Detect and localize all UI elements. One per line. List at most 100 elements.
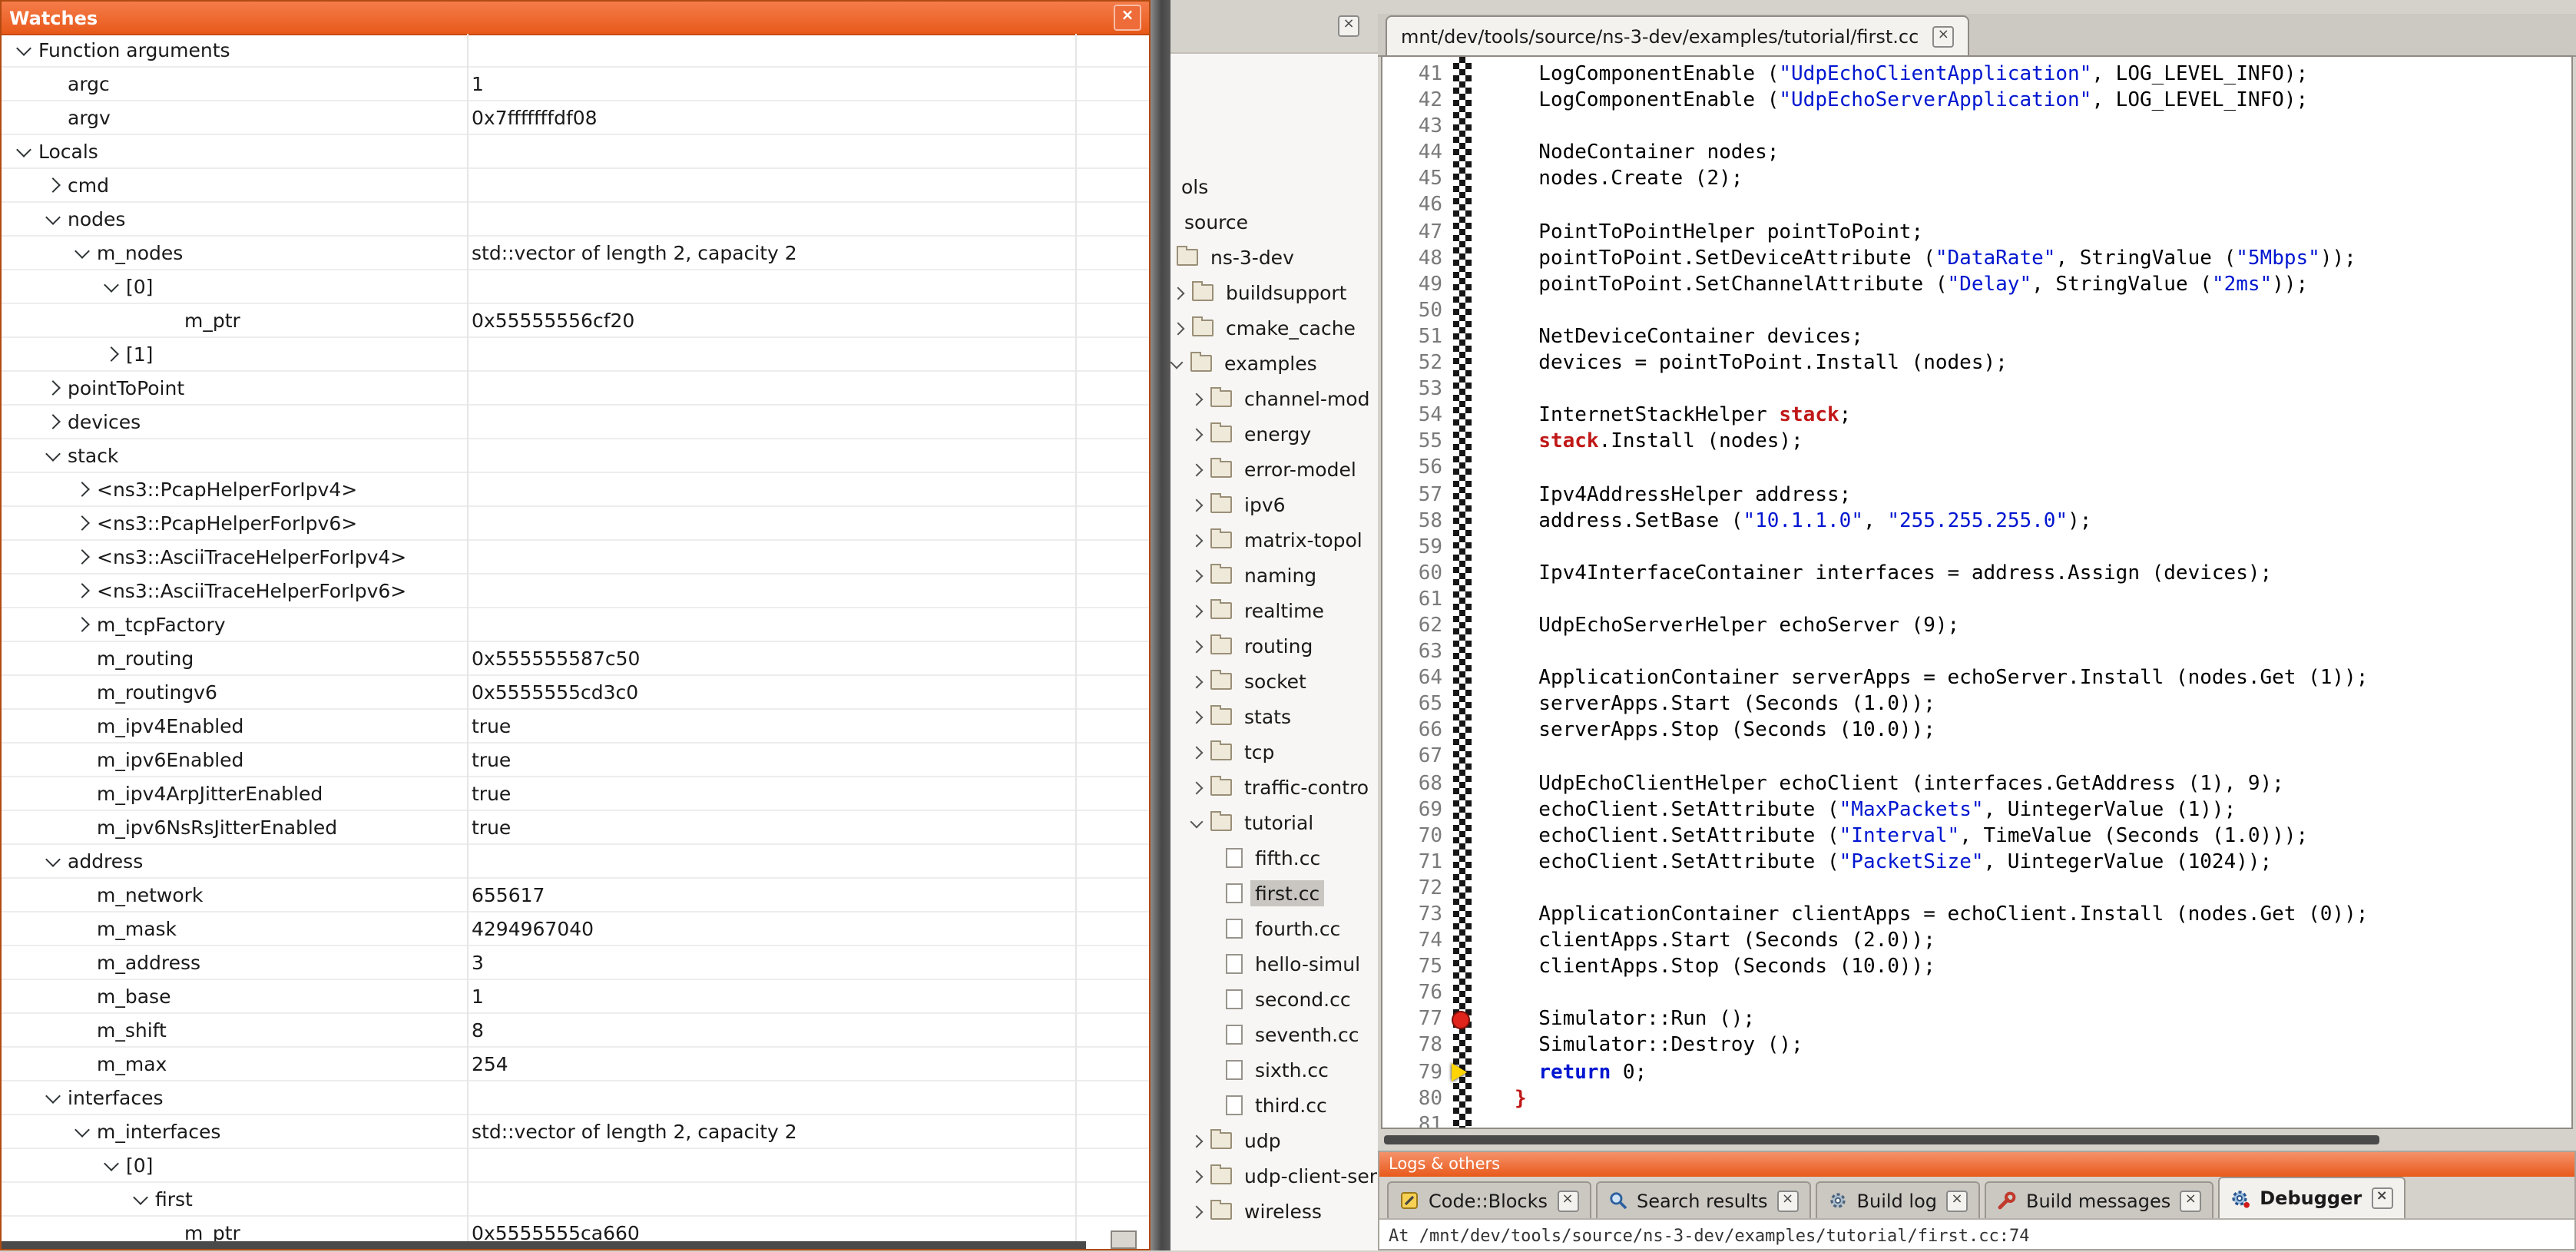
chevron-right-icon[interactable] <box>69 545 94 569</box>
tree-item[interactable]: udp <box>1170 1123 1378 1158</box>
chevron-right-icon[interactable] <box>1190 710 1204 724</box>
watch-row[interactable]: argv0x7fffffffdf08 <box>2 101 1149 135</box>
tree-item[interactable]: stats <box>1170 699 1378 734</box>
watch-row[interactable]: <ns3::PcapHelperForIpv4> <box>2 473 1149 507</box>
watch-row[interactable]: <ns3::AsciiTraceHelperForIpv4> <box>2 541 1149 575</box>
logs-header[interactable]: Logs & others <box>1379 1152 2574 1177</box>
watch-row[interactable]: address <box>2 845 1149 879</box>
watch-row[interactable]: interfaces <box>2 1081 1149 1115</box>
watch-row[interactable]: m_tcpFactory <box>2 608 1149 642</box>
chevron-down-icon[interactable] <box>98 274 123 299</box>
chevron-right-icon[interactable] <box>1190 640 1204 653</box>
chevron-right-icon[interactable] <box>1190 534 1204 547</box>
tree-item[interactable]: naming <box>1170 558 1378 593</box>
chevron-right-icon[interactable] <box>1190 498 1204 512</box>
tree-item[interactable]: source <box>1170 204 1378 240</box>
chevron-right-icon[interactable] <box>69 477 94 502</box>
logs-tab-build-log[interactable]: Build log× <box>1816 1181 1980 1218</box>
vertical-scrollbar[interactable] <box>1151 0 1170 1250</box>
watch-row[interactable]: argc1 <box>2 68 1149 101</box>
watches-titlebar[interactable]: Watches × <box>2 2 1149 35</box>
tree-item[interactable]: examples <box>1170 346 1378 381</box>
chevron-right-icon[interactable] <box>1190 781 1204 794</box>
tree-item[interactable]: seventh.cc <box>1170 1017 1378 1052</box>
tree-item[interactable]: realtime <box>1170 593 1378 628</box>
watch-row[interactable]: m_network655617 <box>2 879 1149 913</box>
watch-row[interactable]: m_ipv6NsRsJitterEnabledtrue <box>2 811 1149 845</box>
close-icon[interactable]: × <box>1946 1190 1968 1211</box>
watch-row[interactable]: Locals <box>2 135 1149 169</box>
tree-item[interactable]: sixth.cc <box>1170 1052 1378 1088</box>
close-icon[interactable]: × <box>1338 15 1359 37</box>
chevron-down-icon[interactable] <box>40 207 65 231</box>
tree-item[interactable]: wireless <box>1170 1194 1378 1229</box>
chevron-down-icon[interactable] <box>40 849 65 873</box>
chevron-right-icon[interactable] <box>1190 1170 1204 1183</box>
watch-row[interactable]: m_ptr0x55555556cf20 <box>2 304 1149 338</box>
chevron-right-icon[interactable] <box>1172 322 1185 335</box>
tree-item[interactable]: socket <box>1170 664 1378 699</box>
tree-item[interactable]: hello-simul <box>1170 946 1378 982</box>
chevron-right-icon[interactable] <box>1190 569 1204 582</box>
close-icon[interactable]: × <box>1557 1190 1578 1211</box>
close-icon[interactable]: × <box>2371 1187 2392 1209</box>
chevron-right-icon[interactable] <box>69 578 94 603</box>
chevron-right-icon[interactable] <box>1190 746 1204 759</box>
breakpoint-margin[interactable] <box>1453 57 1472 1128</box>
watch-row[interactable]: [0] <box>2 1149 1149 1183</box>
watch-row[interactable]: [0] <box>2 270 1149 304</box>
tree-item[interactable]: udp-client-ser <box>1170 1158 1378 1194</box>
watch-row[interactable]: m_address3 <box>2 946 1149 980</box>
chevron-down-icon[interactable] <box>40 1085 65 1110</box>
tree-item[interactable]: tutorial <box>1170 805 1378 840</box>
close-icon[interactable]: × <box>2180 1190 2201 1211</box>
logs-tab-search-results[interactable]: Search results× <box>1595 1181 1811 1218</box>
chevron-right-icon[interactable] <box>1190 392 1204 406</box>
watch-row[interactable]: m_interfacesstd::vector of length 2, cap… <box>2 1115 1149 1149</box>
close-icon[interactable]: × <box>1114 5 1141 31</box>
chevron-right-icon[interactable] <box>69 511 94 535</box>
watch-row[interactable]: nodes <box>2 203 1149 237</box>
close-icon[interactable]: × <box>1777 1190 1799 1211</box>
tree-item[interactable]: fourth.cc <box>1170 911 1378 946</box>
chevron-down-icon[interactable] <box>11 38 35 62</box>
chevron-down-icon[interactable] <box>1190 815 1204 828</box>
watch-row[interactable]: m_ipv4Enabledtrue <box>2 710 1149 744</box>
editor-tab[interactable]: mnt/dev/tools/source/ns-3-dev/examples/t… <box>1386 15 1969 57</box>
watch-row[interactable]: stack <box>2 439 1149 473</box>
watch-row[interactable]: [1] <box>2 338 1149 372</box>
chevron-right-icon[interactable] <box>40 409 65 434</box>
watch-row[interactable]: Function arguments <box>2 34 1149 68</box>
watch-row[interactable]: m_mask4294967040 <box>2 913 1149 946</box>
editor-hscrollbar[interactable] <box>1384 1135 2379 1144</box>
watch-row[interactable]: m_ipv6Enabledtrue <box>2 744 1149 777</box>
chevron-right-icon[interactable] <box>1190 1205 1204 1218</box>
watch-row[interactable]: first <box>2 1183 1149 1217</box>
chevron-right-icon[interactable] <box>98 342 123 366</box>
chevron-down-icon[interactable] <box>69 240 94 265</box>
watch-row[interactable]: m_nodesstd::vector of length 2, capacity… <box>2 237 1149 270</box>
column-divider[interactable] <box>467 34 469 1249</box>
close-icon[interactable]: × <box>1932 25 1954 47</box>
chevron-right-icon[interactable] <box>40 173 65 197</box>
code-area[interactable]: LogComponentEnable ("UdpEchoClientApplic… <box>1472 57 2571 1128</box>
breakpoint-marker[interactable] <box>1452 1010 1470 1028</box>
chevron-right-icon[interactable] <box>1172 287 1185 300</box>
tree-item[interactable]: second.cc <box>1170 982 1378 1017</box>
tree-item[interactable]: fifth.cc <box>1170 840 1378 876</box>
watch-row[interactable]: m_max254 <box>2 1048 1149 1081</box>
horizontal-scrollbar[interactable] <box>2 1241 1086 1249</box>
chevron-right-icon[interactable] <box>1190 1134 1204 1148</box>
watch-row[interactable]: m_ipv4ArpJitterEnabledtrue <box>2 777 1149 811</box>
chevron-down-icon[interactable] <box>69 1119 94 1144</box>
chevron-down-icon[interactable] <box>1170 356 1183 369</box>
watch-row[interactable]: m_routing0x555555587c50 <box>2 642 1149 676</box>
watch-row[interactable]: <ns3::AsciiTraceHelperForIpv6> <box>2 575 1149 608</box>
tree-item[interactable]: channel-mod <box>1170 381 1378 416</box>
watch-row[interactable]: m_shift8 <box>2 1014 1149 1048</box>
chevron-down-icon[interactable] <box>11 139 35 164</box>
tree-item[interactable]: traffic-contro <box>1170 770 1378 805</box>
chevron-down-icon[interactable] <box>127 1187 152 1211</box>
watch-row[interactable]: m_base1 <box>2 980 1149 1014</box>
tree-item[interactable]: first.cc <box>1170 876 1378 911</box>
